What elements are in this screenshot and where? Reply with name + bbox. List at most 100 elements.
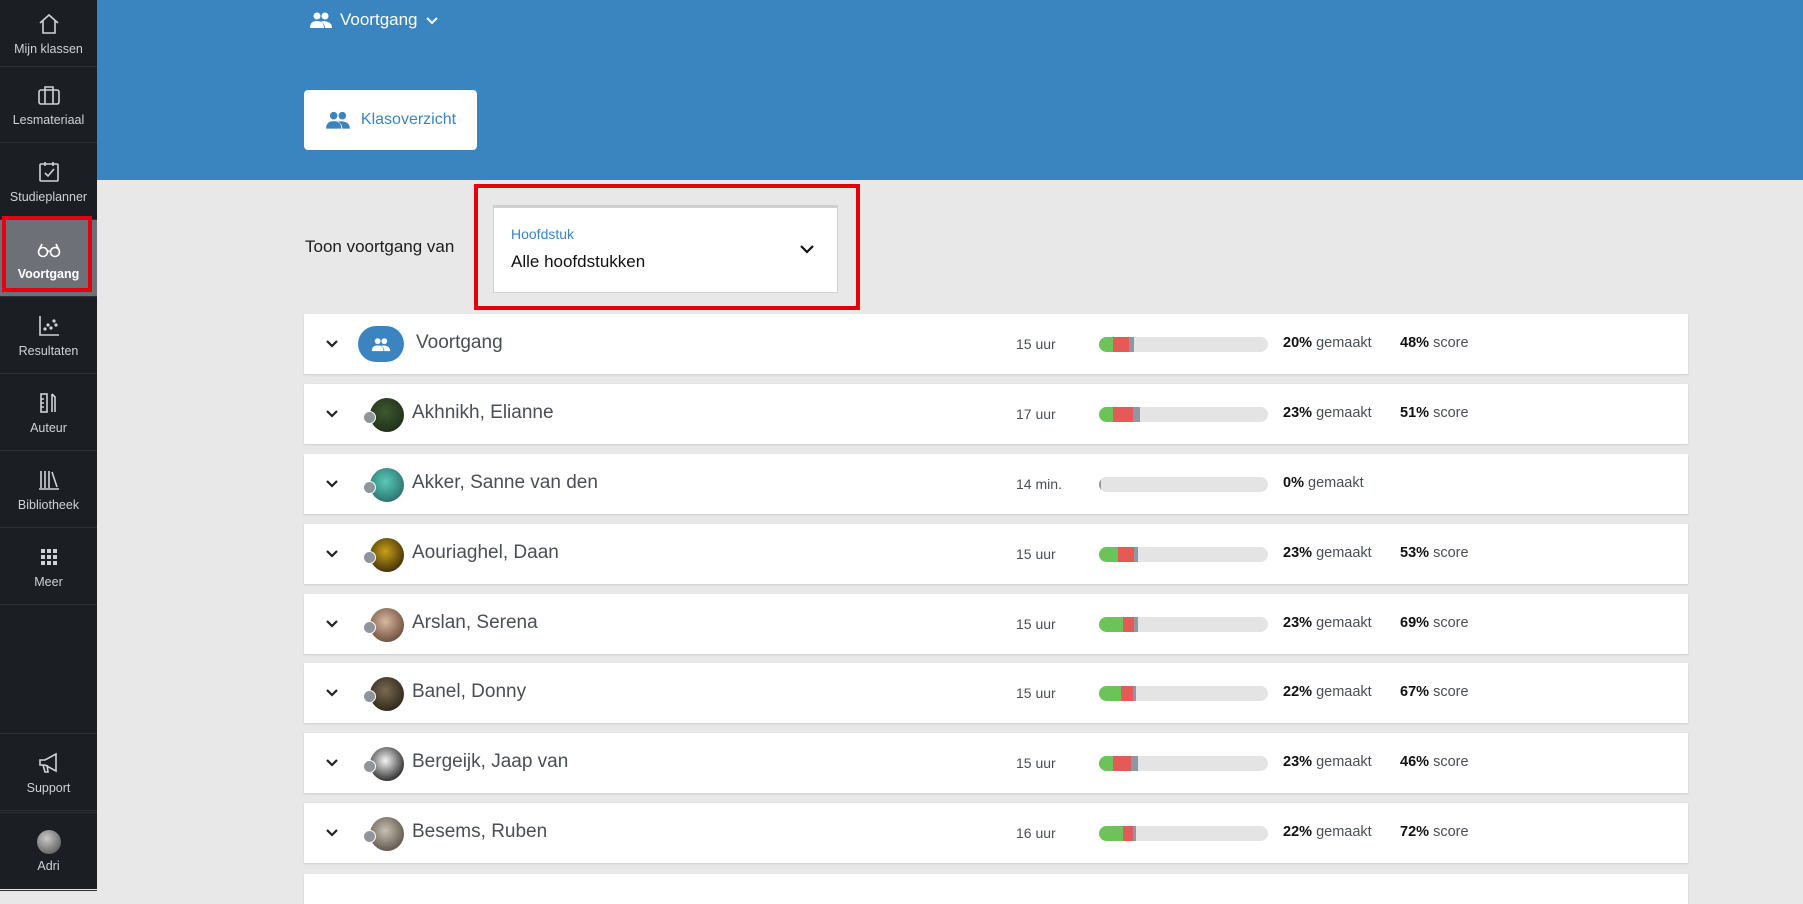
sidebar-item-label: Voortgang (17, 266, 80, 281)
sidebar-item-label: Adri (37, 859, 60, 873)
chevron-down-icon[interactable] (322, 753, 342, 773)
row-time: 15 uur (1016, 755, 1056, 771)
user-avatar (36, 830, 61, 854)
row-done: 20% gemaakt (1283, 335, 1372, 351)
table-row[interactable]: Besems, Ruben 16 uur 22% gemaakt 72% sco… (304, 803, 1688, 863)
row-score: 51% score (1400, 405, 1469, 421)
row-done: 23% gemaakt (1283, 545, 1372, 561)
row-name: Akker, Sanne van den (412, 472, 598, 493)
row-score: 53% score (1400, 545, 1469, 561)
sidebar-item-bibliotheek[interactable]: Bibliotheek (0, 451, 97, 528)
briefcase-icon (36, 82, 62, 108)
row-name: Bergeijk, Jaap van (412, 751, 569, 772)
progress-bar (1099, 407, 1268, 422)
sidebar-item-label: Lesmateriaal (12, 112, 85, 127)
chevron-down-icon[interactable] (322, 614, 342, 634)
tab-klasoverzicht[interactable]: Klasoverzicht (304, 90, 477, 150)
table-row[interactable]: Aouriaghel, Daan 15 uur 23% gemaakt 53% … (304, 524, 1688, 584)
sidebar-item-support[interactable]: Support (0, 733, 97, 811)
chevron-down-icon[interactable] (322, 823, 342, 843)
chapter-select[interactable]: Hoofdstuk Alle hoofdstukken (493, 205, 838, 293)
breadcrumb-voortgang[interactable]: Voortgang (309, 10, 439, 30)
sidebar-item-meer[interactable]: Meer (0, 528, 97, 605)
grid-icon (36, 544, 62, 570)
sidebar-item-label: Auteur (30, 420, 67, 435)
calendar-check-icon (36, 159, 62, 185)
sidebar-item-user[interactable]: Adri (0, 812, 97, 891)
row-name: Banel, Donny (412, 681, 527, 702)
row-time: 15 uur (1016, 546, 1056, 562)
row-score: 69% score (1400, 615, 1469, 631)
chevron-down-icon[interactable] (322, 334, 342, 354)
sidebar-item-auteur[interactable]: Auteur (0, 374, 97, 451)
table-row[interactable]: Akker, Sanne van den 14 min. 0% gemaakt (304, 454, 1688, 514)
progress-bar (1099, 826, 1268, 841)
row-time: 16 uur (1016, 825, 1056, 841)
sidebar-item-lesmateriaal[interactable]: Lesmateriaal (0, 66, 97, 143)
progress-bar (1099, 617, 1268, 632)
megaphone-icon (36, 750, 62, 776)
group-summary-row[interactable]: Voortgang 15 uur 20% gemaakt 48% score (304, 314, 1688, 374)
row-done: 0% gemaakt (1283, 475, 1364, 491)
progress-bar (1099, 547, 1268, 562)
chevron-down-icon[interactable] (322, 683, 342, 703)
row-time: 15 uur (1016, 616, 1056, 632)
sidebar-item-resultaten[interactable]: Resultaten (0, 297, 97, 374)
select-label: Hoofdstuk (511, 226, 575, 242)
status-dot (363, 621, 376, 634)
chevron-down-icon (425, 17, 438, 25)
row-score: 72% score (1400, 824, 1469, 840)
row-time: 15 uur (1016, 336, 1056, 352)
chevron-down-icon (800, 245, 814, 254)
status-dot (363, 760, 376, 773)
status-dot (363, 551, 376, 564)
row-done: 23% gemaakt (1283, 754, 1372, 770)
row-score: 48% score (1400, 335, 1469, 351)
row-name: Voortgang (416, 332, 503, 353)
row-done: 22% gemaakt (1283, 824, 1372, 840)
chevron-down-icon[interactable] (322, 404, 342, 424)
status-dot (363, 481, 376, 494)
author-tools-icon (36, 390, 62, 416)
tab-label: Klasoverzicht (360, 111, 457, 128)
sidebar-item-voortgang[interactable]: Voortgang (0, 220, 97, 297)
sidebar: Mijn klassen Lesmateriaal Studieplanner … (0, 0, 97, 891)
chevron-down-icon[interactable] (322, 474, 342, 494)
sidebar-item-studieplanner[interactable]: Studieplanner (0, 143, 97, 220)
people-icon (310, 12, 332, 28)
filter-label: Toon voortgang van (305, 237, 455, 256)
sidebar-item-label: Mijn klassen (14, 41, 83, 56)
table-row[interactable]: Bergeijk, Jaap van 15 uur 23% gemaakt 46… (304, 733, 1688, 793)
table-row[interactable] (304, 874, 1688, 904)
row-done: 23% gemaakt (1283, 615, 1372, 631)
row-time: 15 uur (1016, 685, 1056, 701)
library-icon (36, 467, 62, 493)
table-row[interactable]: Akhnikh, Elianne 17 uur 23% gemaakt 51% … (304, 384, 1688, 444)
row-done: 22% gemaakt (1283, 684, 1372, 700)
table-row[interactable]: Arslan, Serena 15 uur 23% gemaakt 69% sc… (304, 594, 1688, 654)
progress-bar (1099, 477, 1268, 492)
row-time: 17 uur (1016, 406, 1056, 422)
progress-bar (1099, 686, 1268, 701)
select-value: Alle hoofdstukken (511, 252, 646, 271)
sidebar-item-mijn-klassen[interactable]: Mijn klassen (0, 0, 97, 67)
group-icon (358, 326, 404, 362)
chevron-down-icon[interactable] (322, 544, 342, 564)
sidebar-item-label: Meer (34, 574, 63, 589)
row-score: 67% score (1400, 684, 1469, 700)
glasses-icon (36, 236, 62, 262)
breadcrumb-label: Voortgang (340, 10, 418, 29)
sidebar-item-label: Support (26, 780, 71, 795)
progress-bar (1099, 337, 1268, 352)
sidebar-item-label: Resultaten (18, 343, 79, 358)
sidebar-item-label: Studieplanner (9, 189, 88, 204)
home-icon (36, 11, 62, 37)
table-row[interactable]: Banel, Donny 15 uur 22% gemaakt 67% scor… (304, 663, 1688, 723)
progress-bar (1099, 756, 1268, 771)
sidebar-item-label: Bibliotheek (17, 497, 80, 512)
row-score: 46% score (1400, 754, 1469, 770)
status-dot (363, 411, 376, 424)
page-header: Voortgang Klasoverzicht (97, 0, 1803, 180)
row-time: 14 min. (1016, 476, 1062, 492)
row-name: Akhnikh, Elianne (412, 402, 554, 423)
